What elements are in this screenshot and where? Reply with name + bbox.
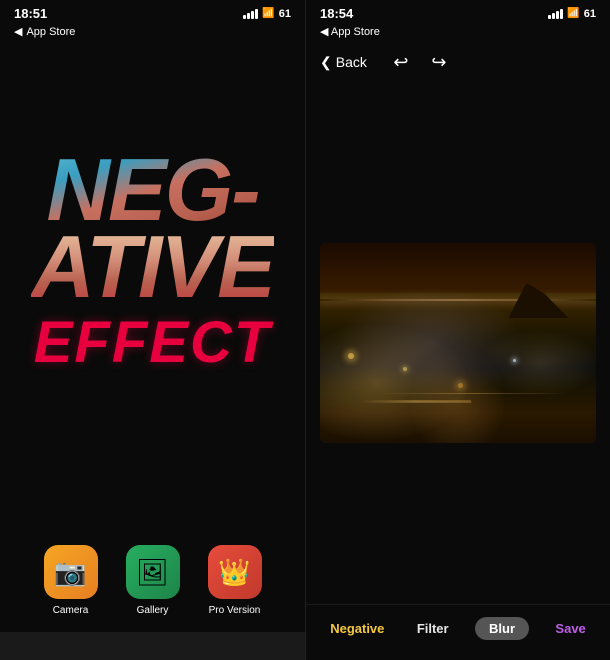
right-status-bar: 18:54 📶 61: [306, 0, 610, 23]
pro-label: Pro Version: [209, 605, 261, 616]
back-chevron-icon: ❮: [320, 54, 332, 71]
image-area: [306, 82, 610, 604]
gallery-button[interactable]: 🖼 Gallery: [126, 545, 180, 616]
back-label: Back: [336, 54, 367, 70]
filter-button[interactable]: Filter: [411, 617, 455, 640]
blur-button[interactable]: Blur: [475, 617, 529, 640]
right-app-store-label: App Store: [331, 26, 380, 38]
signal-icon: [243, 9, 258, 19]
right-app-store-back[interactable]: ◀ App Store: [306, 23, 610, 42]
gallery-icon: 🖼: [126, 545, 180, 599]
right-wifi-icon: 📶: [567, 8, 579, 19]
photo-preview: [320, 243, 596, 443]
pro-version-button[interactable]: 👑 Pro Version: [208, 545, 262, 616]
negative-button[interactable]: Negative: [324, 617, 390, 640]
battery-icon: 61: [279, 8, 291, 20]
horizon-glow: [320, 299, 596, 301]
light-dot-1: [348, 353, 354, 359]
left-app-store-back[interactable]: ◀ App Store: [0, 23, 305, 42]
undo-redo-group: ↩ ↪: [389, 50, 451, 74]
gallery-label: Gallery: [137, 605, 169, 616]
save-button[interactable]: Save: [549, 617, 591, 640]
pro-icon: 👑: [208, 545, 262, 599]
road-reflection: [375, 393, 568, 394]
light-dot-2: [403, 367, 407, 371]
right-battery-icon: 61: [584, 8, 596, 20]
light-dot-3: [458, 383, 463, 388]
road-line: [361, 400, 472, 403]
sky-layer: [320, 243, 596, 303]
right-screen: 18:54 📶 61 ◀ App Store ❮ Back ↩ ↪: [305, 0, 610, 660]
title-line-ative: ATIVE: [31, 228, 274, 305]
right-time: 18:54: [320, 6, 353, 21]
redo-button[interactable]: ↪: [427, 50, 451, 74]
undo-button[interactable]: ↩: [389, 50, 413, 74]
action-buttons-row: 📷 Camera 🖼 Gallery 👑 Pro Version: [0, 525, 305, 632]
left-screen: 18:51 📶 61 ◀ App Store NEG- ATIVE EFFECT: [0, 0, 305, 660]
left-app-store-label: App Store: [26, 26, 75, 38]
top-nav: ❮ Back ↩ ↪: [306, 42, 610, 82]
wifi-icon: 📶: [262, 8, 274, 19]
right-signal-icon: [548, 9, 563, 19]
right-status-icons: 📶 61: [548, 8, 596, 20]
left-back-chevron: ◀: [14, 25, 22, 38]
mountain-silhouette: [508, 283, 568, 318]
left-status-bar: 18:51 📶 61: [0, 0, 305, 23]
back-button[interactable]: ❮ Back: [320, 54, 367, 71]
right-back-chevron: ◀: [320, 26, 328, 38]
city-layer: [320, 293, 596, 443]
app-title-block: NEG- ATIVE EFFECT: [21, 151, 284, 377]
left-bottom-bar: [0, 632, 305, 660]
left-time: 18:51: [14, 6, 47, 21]
camera-button[interactable]: 📷 Camera: [44, 545, 98, 616]
left-status-icons: 📶 61: [243, 8, 291, 20]
camera-icon: 📷: [44, 545, 98, 599]
light-dot-4: [513, 359, 516, 362]
bottom-toolbar: Negative Filter Blur Save: [306, 604, 610, 660]
hero-section: NEG- ATIVE EFFECT: [0, 42, 305, 525]
title-line-effect: EFFECT: [31, 309, 274, 376]
camera-label: Camera: [53, 605, 89, 616]
